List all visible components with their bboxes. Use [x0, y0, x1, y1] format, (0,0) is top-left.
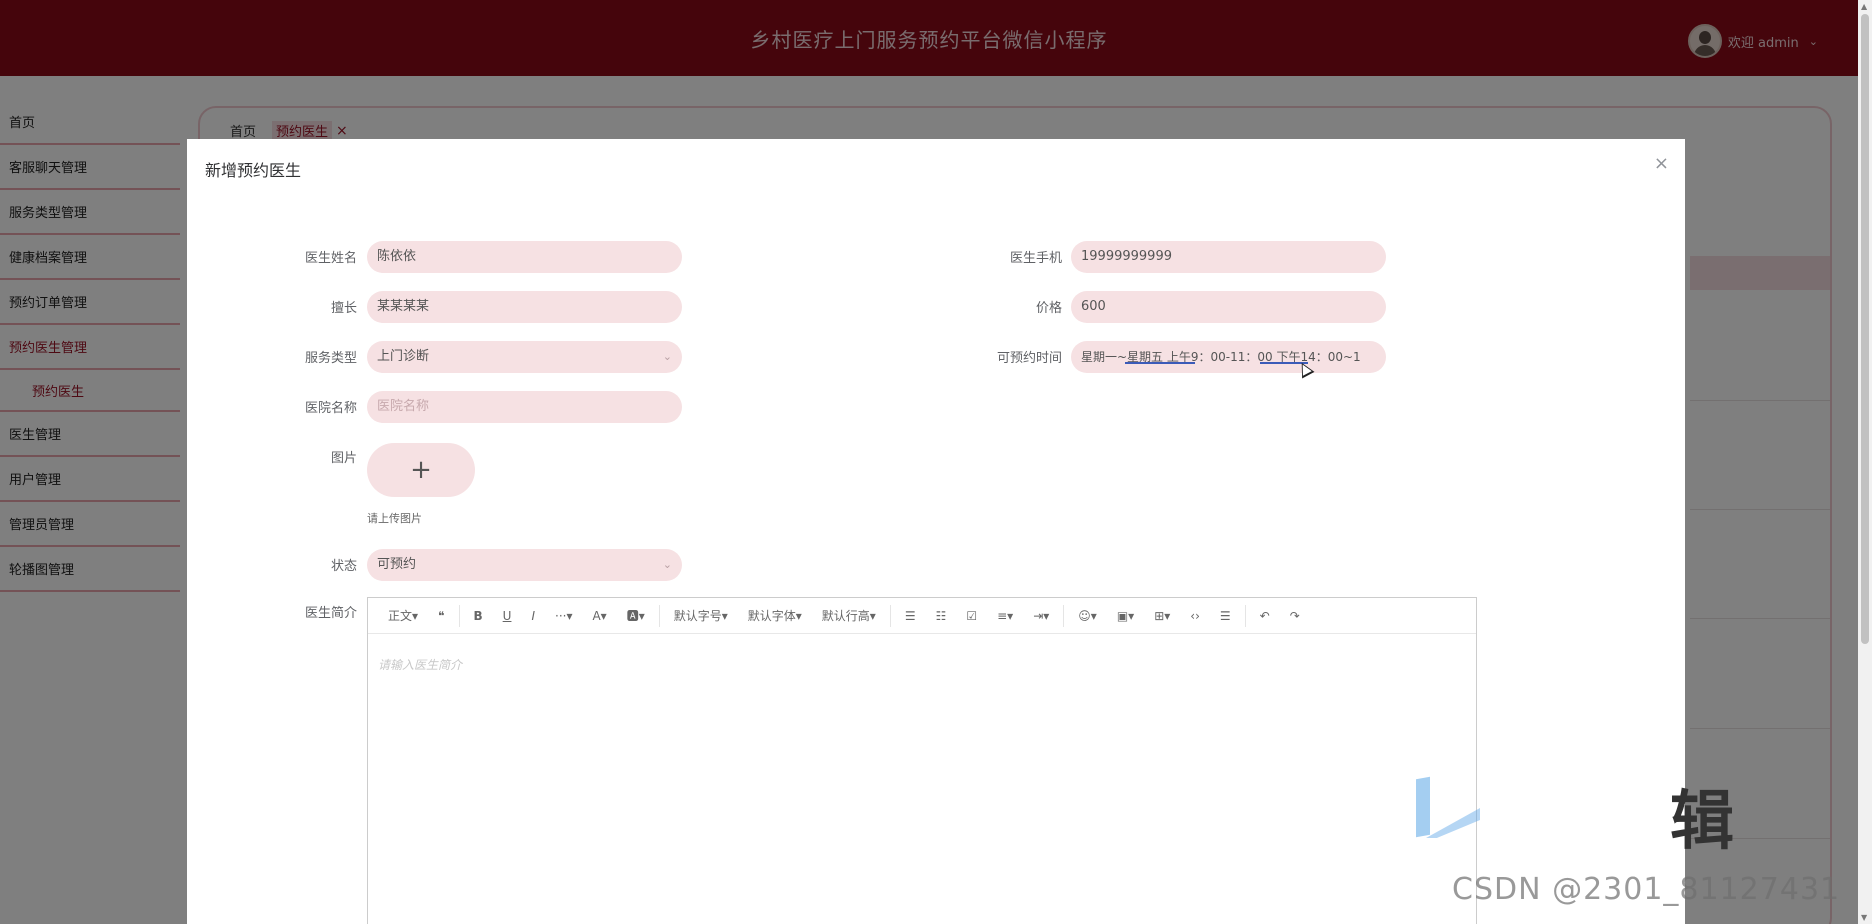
indent-icon[interactable]: ⇥▾: [1033, 609, 1049, 623]
table-icon[interactable]: ⊞▾: [1154, 609, 1170, 623]
doctor-name-input[interactable]: 陈依依: [367, 241, 682, 273]
close-icon[interactable]: ×: [1654, 153, 1669, 174]
image-icon[interactable]: ▣▾: [1117, 609, 1134, 623]
redo-icon[interactable]: ↷: [1290, 609, 1300, 623]
plus-icon: +: [410, 455, 432, 485]
chevron-down-icon[interactable]: ⌄: [663, 341, 672, 373]
scroll-down-icon[interactable]: ▼: [1861, 913, 1867, 922]
toolbar-divider: [889, 604, 891, 627]
bulleted-list-icon[interactable]: ☰: [905, 609, 916, 623]
numbered-list-icon[interactable]: ☷: [936, 609, 947, 623]
toolbar-divider: [658, 604, 660, 627]
font-family-select[interactable]: 默认字体▾: [748, 607, 802, 624]
hospital-input[interactable]: 医院名称: [367, 391, 682, 423]
paragraph-style-button[interactable]: 正文▾: [388, 607, 418, 624]
italic-icon[interactable]: I: [531, 609, 535, 623]
emoji-icon[interactable]: ☺▾: [1078, 609, 1097, 623]
service-type-label: 服务类型: [304, 351, 357, 366]
divider-icon[interactable]: ☰: [1220, 609, 1231, 623]
editor-toolbar: 正文▾ ❝ B U I ···▾ A▾ 🅰▾ 默认字号▾ 默认字体▾ 默认行高▾…: [368, 598, 1476, 634]
intro-label: 医生简介: [304, 606, 357, 621]
spellcheck-underline: [1125, 362, 1195, 364]
doctor-phone-label: 医生手机: [1009, 251, 1062, 266]
toolbar-divider: [458, 604, 460, 627]
hospital-label: 医院名称: [304, 401, 357, 416]
doctor-phone-input[interactable]: 19999999999: [1071, 241, 1386, 273]
undo-icon[interactable]: ↶: [1260, 609, 1270, 623]
watermark-glyph: 辑: [1670, 785, 1734, 859]
status-value: 可预约: [377, 557, 417, 572]
toolbar-divider: [1244, 604, 1246, 627]
bold-icon[interactable]: B: [474, 609, 483, 623]
upload-tip: 请上传图片: [367, 512, 422, 525]
specialty-label: 擅长: [330, 301, 357, 316]
background-color-icon[interactable]: 🅰▾: [627, 607, 645, 624]
service-type-value: 上门诊断: [377, 349, 430, 364]
code-icon[interactable]: ‹›: [1190, 609, 1200, 623]
toolbar-divider: [1063, 604, 1065, 627]
font-color-icon[interactable]: A▾: [592, 609, 606, 623]
dialog-title: 新增预约医生: [205, 161, 302, 180]
page-scrollbar[interactable]: ▲ ▼: [1858, 0, 1872, 924]
price-input[interactable]: 600: [1071, 291, 1386, 323]
line-height-select[interactable]: 默认行高▾: [822, 607, 876, 624]
scrollbar-thumb[interactable]: [1861, 14, 1869, 644]
status-label: 状态: [330, 559, 357, 574]
chevron-down-icon[interactable]: ⌄: [663, 549, 672, 581]
watermark-logo-icon: [1416, 778, 1480, 842]
image-label: 图片: [330, 451, 357, 466]
todo-icon[interactable]: ☑: [966, 609, 977, 623]
image-upload-button[interactable]: +: [367, 443, 475, 497]
price-label: 价格: [1035, 301, 1062, 316]
rich-text-editor[interactable]: 正文▾ ❝ B U I ···▾ A▾ 🅰▾ 默认字号▾ 默认字体▾ 默认行高▾…: [367, 597, 1477, 924]
more-icon[interactable]: ···▾: [555, 609, 572, 623]
quote-icon[interactable]: ❝: [438, 609, 444, 623]
underline-icon[interactable]: U: [503, 609, 512, 623]
service-type-select[interactable]: 上门诊断 ⌄: [367, 341, 682, 373]
align-icon[interactable]: ≡▾: [997, 609, 1013, 623]
watermark-text: CSDN @2301_81127431: [1452, 872, 1841, 907]
status-select[interactable]: 可预约 ⌄: [367, 549, 682, 581]
doctor-name-label: 医生姓名: [304, 251, 357, 266]
available-time-input[interactable]: 星期一~星期五 上午9：00-11：00 下午14：00~1: [1071, 341, 1386, 373]
specialty-input[interactable]: 某某某某: [367, 291, 682, 323]
font-size-select[interactable]: 默认字号▾: [674, 607, 728, 624]
available-time-label: 可预约时间: [996, 351, 1062, 366]
scroll-up-icon[interactable]: ▲: [1861, 2, 1867, 11]
editor-placeholder: 请输入医生简介: [378, 658, 463, 672]
